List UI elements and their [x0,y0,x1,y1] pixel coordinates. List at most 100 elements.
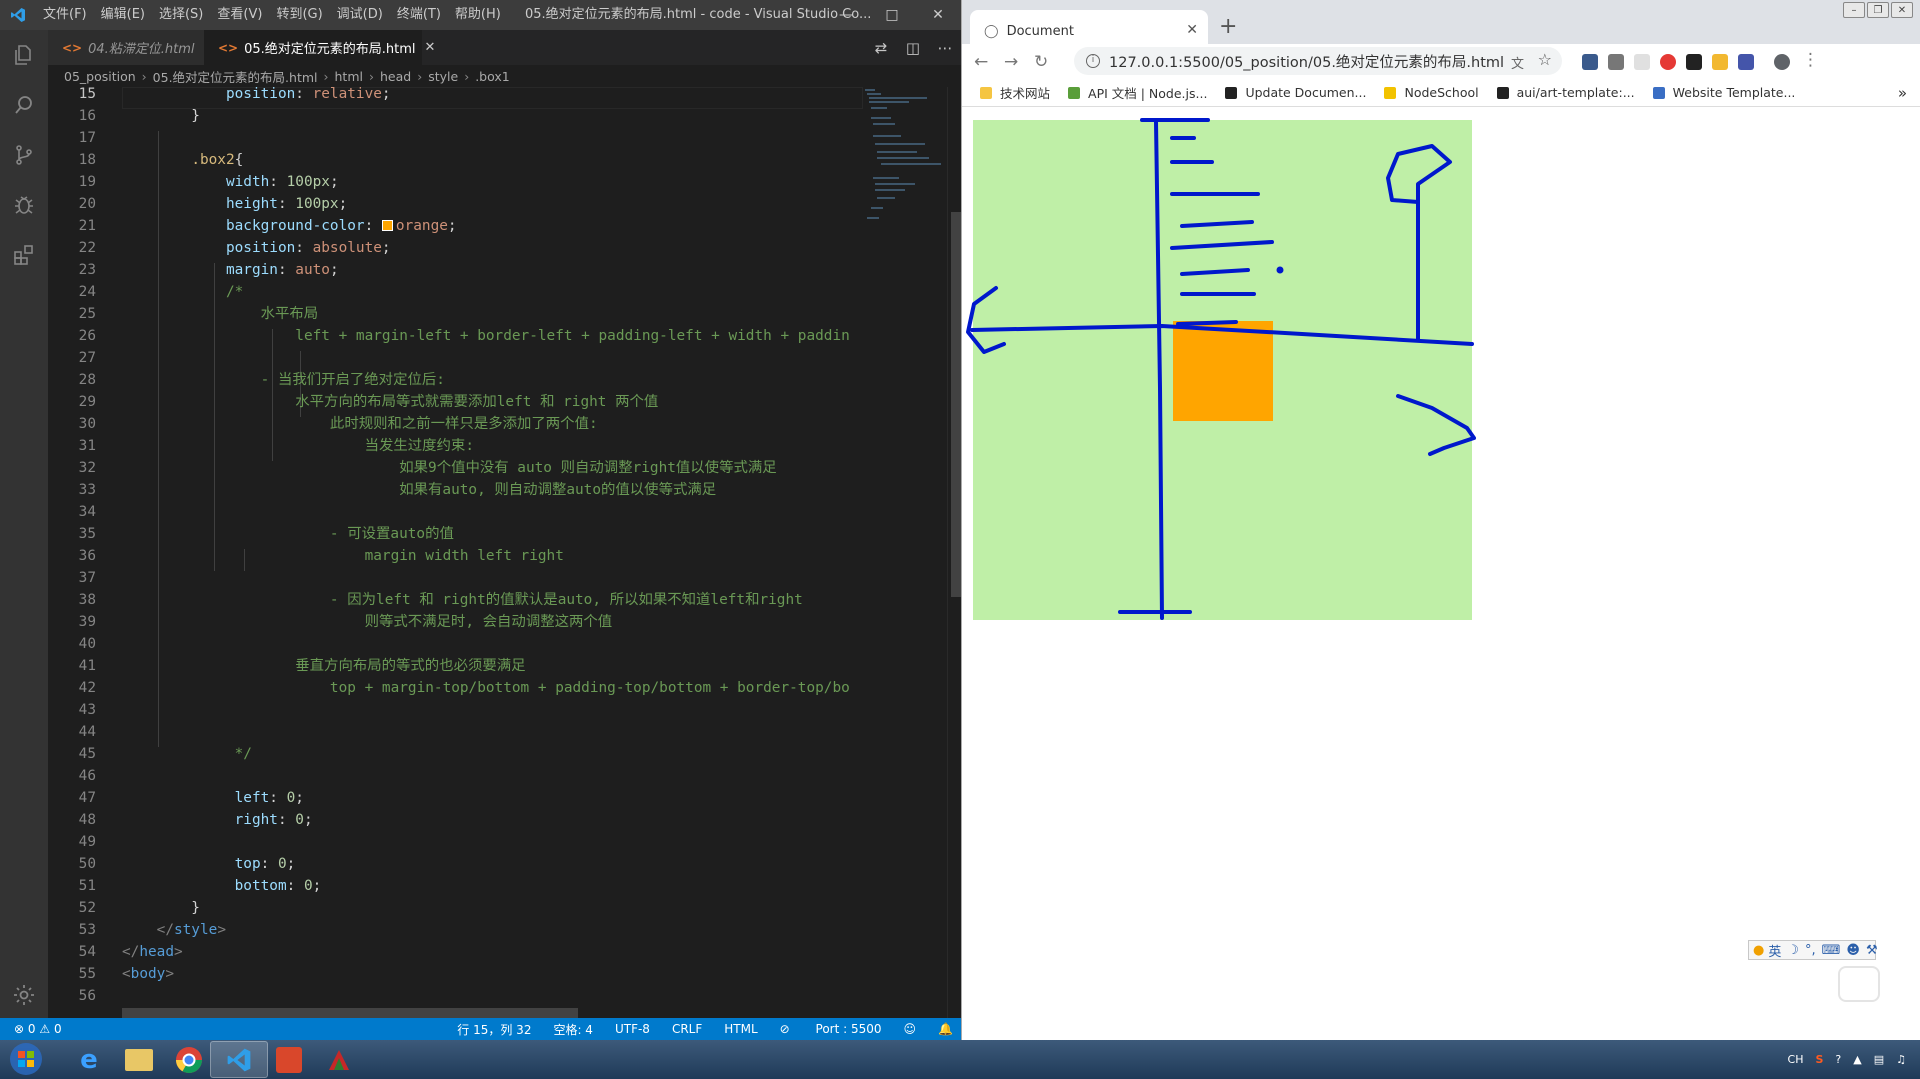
menu-item[interactable]: 选择(S) [152,0,210,30]
code-line[interactable]: 16 } [48,105,863,127]
code-line[interactable]: 38 - 因为left 和 right的值默认是auto, 所以如果不知道lef… [48,589,863,611]
code-line[interactable]: 35 - 可设置auto的值 [48,523,863,545]
bookmark-item[interactable]: API 文档 | Node.js... [1068,83,1207,102]
breadcrumb-item[interactable]: .box1 [475,69,510,84]
source-control-icon[interactable] [0,130,48,180]
start-button-icon[interactable] [6,1041,46,1078]
code-line[interactable]: 43 [48,699,863,721]
code-line[interactable]: 50 top: 0; [48,853,863,875]
tray-volume-icon[interactable]: ♫ [1896,1053,1906,1066]
live-server-port[interactable]: ⊘ Port : 5500 [780,1022,882,1036]
code-line[interactable]: 18 .box2{ [48,149,863,171]
code-line[interactable]: 27 [48,347,863,369]
code-line[interactable]: 31 当发生过度约束: [48,435,863,457]
editor-scrollbar[interactable] [947,87,961,1018]
menu-item[interactable]: 转到(G) [269,0,329,30]
code-line[interactable]: 46 [48,765,863,787]
tab-04-sticky[interactable]: <> 04.粘滞定位.html [48,30,204,65]
encoding[interactable]: UTF-8 [615,1022,650,1036]
breadcrumb-item[interactable]: html [335,69,363,84]
code-line[interactable]: 21 background-color: orange; [48,215,863,237]
debug-icon[interactable] [0,180,48,230]
code-line[interactable]: 29 水平方向的布局等式就需要添加left 和 right 两个值 [48,391,863,413]
code-line[interactable]: 53 </style> [48,919,863,941]
new-tab-icon[interactable]: + [1219,14,1237,39]
menu-item[interactable]: 终端(T) [390,0,448,30]
breadcrumb-item[interactable]: 05.绝对定位元素的布局.html [153,67,318,86]
settings-gear-icon[interactable] [0,970,48,1020]
code-editor[interactable]: 15 position: relative; 16 } 17 18 .box2{19 … [48,87,961,1018]
tray-sogou-icon[interactable]: S [1815,1053,1823,1066]
tray-help-icon[interactable]: ? [1835,1053,1841,1066]
code-line[interactable]: 19 width: 100px; [48,171,863,193]
code-line[interactable]: 34 [48,501,863,523]
menu-item[interactable]: 编辑(E) [94,0,152,30]
close-tab-icon[interactable]: ✕ [425,40,436,55]
ime-moon-icon[interactable]: ☽ [1787,943,1799,958]
breadcrumb-item[interactable]: head [380,69,411,84]
restore-icon[interactable]: ❐ [1867,2,1889,18]
code-line[interactable]: 48 right: 0; [48,809,863,831]
code-line[interactable]: 54 </head> [48,941,863,963]
ime-punct-icon[interactable]: °, [1805,943,1816,958]
ime-user-icon[interactable]: ☻ [1846,943,1860,958]
menu-item[interactable]: 文件(F) [36,0,94,30]
indentation[interactable]: 空格: 4 [553,1021,593,1038]
bookmark-item[interactable]: NodeSchool [1384,85,1479,100]
horizontal-scrollbar-thumb[interactable] [122,1008,578,1018]
color-swatch[interactable] [381,220,393,231]
code-line[interactable]: 55 <body> [48,963,863,985]
extension-icon[interactable] [1686,54,1702,70]
close-icon[interactable]: ✕ [915,0,961,30]
breadcrumb-item[interactable]: 05_position [64,69,136,84]
translate-icon[interactable]: 文 [1511,53,1524,72]
back-icon[interactable]: ← [974,52,988,72]
code-line[interactable]: 24 /* [48,281,863,303]
code-line[interactable]: 30 此时规则和之前一样只是多添加了两个值: [48,413,863,435]
code-line[interactable]: 23 margin: auto; [48,259,863,281]
code-line[interactable]: 45 */ [48,743,863,765]
code-line[interactable]: 22 position: absolute; [48,237,863,259]
extension-vue-icon[interactable] [1608,54,1624,70]
chrome-menu-icon[interactable]: ⋮ [1802,50,1819,70]
forward-icon[interactable]: → [1004,52,1018,72]
address-bar[interactable]: i 127.0.0.1:5500/05_position/05.绝对定位元素的布… [1074,47,1562,75]
code-line[interactable]: 47 left: 0; [48,787,863,809]
minimap[interactable] [863,87,951,1018]
code-line[interactable]: 25 水平布局 [48,303,863,325]
code-line[interactable]: 28 - 当我们开启了绝对定位后: [48,369,863,391]
bookmarks-overflow-icon[interactable]: » [1898,84,1907,102]
bookmark-item[interactable]: aui/art-template:... [1496,85,1635,100]
breadcrumb-item[interactable]: style [428,69,458,84]
code-line[interactable]: 26 left + margin-left + border-left + pa… [48,325,863,347]
ime-keyboard-icon[interactable]: ⌨ [1822,943,1841,958]
code-line[interactable]: 36 margin width left right [48,545,863,567]
tray-network-icon[interactable]: ▤ [1874,1053,1884,1066]
reload-icon[interactable]: ↻ [1034,52,1048,72]
more-actions-icon[interactable]: ⋯ [929,39,961,57]
tray-language[interactable]: CH [1788,1053,1804,1066]
code-line[interactable]: 37 [48,567,863,589]
close-icon[interactable]: ✕ [1891,2,1913,18]
ime-tools-icon[interactable]: ⚒ [1866,943,1878,958]
menu-item[interactable]: 帮助(H) [448,0,508,30]
ime-language[interactable]: 英 [1768,941,1781,960]
close-tab-icon[interactable]: ✕ [1186,22,1198,38]
problems-indicator[interactable]: ⊗ 0 ⚠ 0 [14,1018,62,1040]
language-mode[interactable]: HTML [724,1022,757,1036]
scrollbar-thumb[interactable] [951,212,961,597]
bookmark-star-icon[interactable]: ☆ [1538,50,1552,69]
video-play-overlay-icon[interactable] [1838,966,1880,1002]
explorer-icon[interactable] [0,30,48,80]
code-line[interactable]: 51 bottom: 0; [48,875,863,897]
menu-item[interactable]: 调试(D) [330,0,390,30]
code-line[interactable]: 56 [48,985,863,1007]
line-ending[interactable]: CRLF [672,1022,702,1036]
search-icon[interactable] [0,80,48,130]
code-line[interactable]: 33 如果有auto, 则自动调整auto的值以使等式满足 [48,479,863,501]
profile-avatar[interactable] [1774,54,1790,70]
code-line[interactable]: 17 [48,127,863,149]
minimize-icon[interactable]: – [1843,2,1865,18]
code-line[interactable]: 52 } [48,897,863,919]
code-line[interactable]: 39 则等式不满足时, 会自动调整这两个值 [48,611,863,633]
